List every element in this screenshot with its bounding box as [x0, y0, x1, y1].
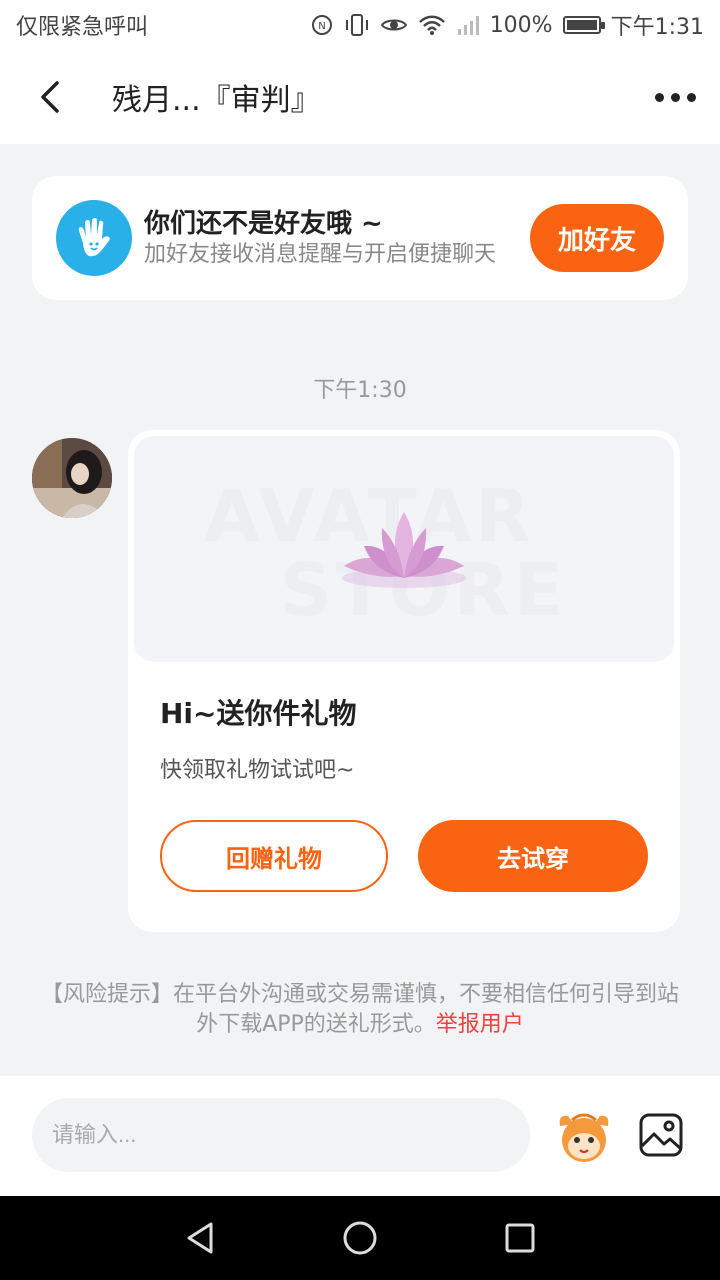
- signal-icon: [456, 13, 480, 37]
- gift-message-card: AVATAR STORE Hi~送你件礼物 快领取礼物试试吧~ 回赠礼物 去试穿: [128, 430, 680, 932]
- message-input-bar: [0, 1076, 720, 1196]
- battery-icon: [562, 16, 605, 34]
- more-dot: [654, 92, 664, 102]
- try-on-button[interactable]: 去试穿: [418, 820, 648, 892]
- system-recents-button[interactable]: [490, 1208, 550, 1268]
- add-friend-button[interactable]: 加好友: [530, 204, 664, 272]
- gift-description: 快领取礼物试试吧~: [160, 758, 355, 783]
- battery-percent: 100%: [489, 12, 553, 38]
- circle-home-icon: [343, 1221, 377, 1255]
- back-button[interactable]: [0, 50, 100, 144]
- return-gift-button[interactable]: 回赠礼物: [160, 820, 388, 892]
- svg-text:N: N: [318, 21, 325, 32]
- vibrate-icon: [344, 13, 370, 37]
- message-input[interactable]: [32, 1098, 530, 1172]
- system-back-button[interactable]: [170, 1208, 230, 1268]
- friend-banner-title: 你们还不是好友哦 ~: [144, 209, 383, 239]
- eye-icon: [380, 13, 408, 37]
- clock: 下午1:31: [610, 15, 704, 40]
- risk-notice: 【风险提示】在平台外沟通或交易需谨慎，不要相信任何引导到站外下载APP的送礼形式…: [40, 980, 680, 1040]
- gift-banner-image: AVATAR STORE: [134, 436, 674, 662]
- system-navigation-bar: [0, 1196, 720, 1280]
- message-timestamp: 下午1:30: [313, 378, 407, 403]
- triangle-back-icon: [187, 1222, 213, 1254]
- battery-fill: [566, 20, 597, 30]
- friend-banner-subtitle: 加好友接收消息提醒与开启便捷聊天: [144, 242, 497, 267]
- more-options-button[interactable]: [630, 50, 720, 144]
- chevron-left-icon: [41, 81, 59, 113]
- gift-title: Hi~送你件礼物: [160, 697, 357, 730]
- nfc-icon: N: [310, 13, 334, 37]
- more-dot: [670, 92, 680, 102]
- lotus-icon: [342, 512, 466, 588]
- wifi-icon: [418, 13, 446, 37]
- system-home-button[interactable]: [330, 1208, 390, 1268]
- square-recents-icon: [505, 1223, 535, 1253]
- add-friend-banner: 你们还不是好友哦 ~ 加好友接收消息提醒与开启便捷聊天 加好友: [32, 176, 688, 300]
- waving-hand-icon: [56, 200, 132, 276]
- risk-notice-text: 【风险提示】在平台外沟通或交易需谨慎，不要相信任何引导到站外下载APP的送礼形式…: [40, 982, 679, 1037]
- sender-avatar[interactable]: [32, 438, 112, 518]
- page-title: 残月...『审判』: [112, 83, 321, 118]
- report-user-link[interactable]: 举报用户: [436, 1012, 524, 1037]
- more-dot: [686, 92, 696, 102]
- carrier-text: 仅限紧急呼叫: [16, 15, 149, 40]
- sticker-mascot-icon[interactable]: [554, 1106, 614, 1166]
- friend-banner-text: 你们还不是好友哦 ~ 加好友接收消息提醒与开启便捷聊天: [144, 207, 530, 269]
- top-nav-bar: 残月...『审判』: [0, 50, 720, 144]
- status-bar: 仅限紧急呼叫 N 100% 下午1:31: [0, 0, 720, 50]
- status-icons: N 100% 下午1:31: [310, 9, 704, 41]
- image-picker-icon[interactable]: [638, 1112, 684, 1158]
